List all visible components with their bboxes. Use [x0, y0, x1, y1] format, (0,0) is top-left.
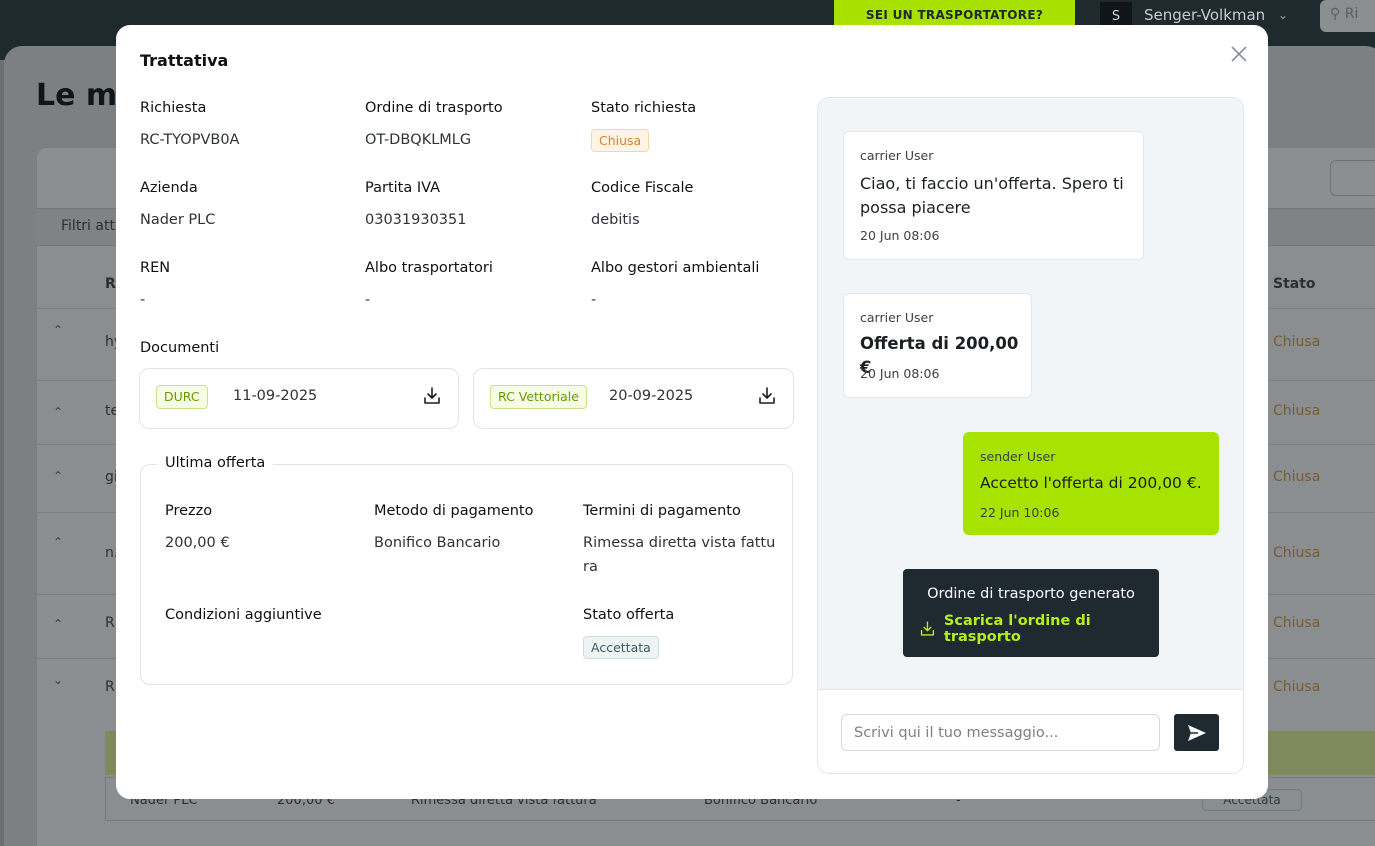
message-author: carrier User: [860, 148, 934, 163]
chevron-up-icon[interactable]: ⌃: [53, 405, 63, 419]
message-time: 20 Jun 08:06: [860, 366, 940, 381]
download-transport-order-link[interactable]: Scarica l'ordine di trasporto: [919, 613, 1159, 645]
document-card: DURC 11-09-2025: [139, 368, 459, 429]
document-type-badge: RC Vettoriale: [490, 385, 587, 409]
price-label: Prezzo: [165, 503, 213, 519]
fiscal-code-label: Codice Fiscale: [591, 180, 694, 196]
filters-label: Filtri att: [61, 218, 115, 234]
negotiation-modal: Trattativa Richiesta RC-TYOPVB0A Ordine …: [116, 25, 1268, 799]
chat-message-own: sender User Accetto l'offerta di 200,00 …: [963, 432, 1219, 535]
user-name[interactable]: Senger-Volkman: [1144, 6, 1265, 24]
transport-order-label: Ordine di trasporto: [365, 100, 503, 116]
vat-value: 03031930351: [365, 212, 467, 228]
carrier-register-label: Albo trasportatori: [365, 260, 493, 276]
ren-label: REN: [140, 260, 171, 276]
company-value: Nader PLC: [140, 212, 216, 228]
column-header-status[interactable]: Stato: [1273, 276, 1316, 292]
row-status: Chiusa: [1273, 545, 1321, 561]
transport-order-card: Ordine di trasporto generato Scarica l'o…: [903, 569, 1159, 657]
request-status-badge: Chiusa: [591, 129, 650, 152]
message-text: Ciao, ti faccio un'offerta. Spero ti: [860, 174, 1124, 193]
message-text: Accetto l'offerta di 200,00 €.: [980, 474, 1202, 492]
download-transport-order-label: Scarica l'ordine di trasporto: [943, 613, 1091, 645]
message-text-cont: possa piacere: [860, 198, 971, 217]
offer-status-label: Stato offerta: [583, 607, 675, 623]
request-value: RC-TYOPVB0A: [140, 132, 240, 148]
send-button[interactable]: [1174, 714, 1219, 751]
env-register-label: Albo gestori ambientali: [591, 260, 760, 276]
document-date: 20-09-2025: [609, 388, 694, 404]
chat-message: carrier User Ciao, ti faccio un'offerta.…: [843, 131, 1144, 260]
chat-message-input[interactable]: [841, 714, 1160, 751]
document-date: 11-09-2025: [233, 388, 318, 404]
row-status: Chiusa: [1273, 334, 1321, 350]
modal-title: Trattativa: [140, 51, 229, 70]
document-type-badge: DURC: [156, 385, 208, 409]
download-icon[interactable]: [757, 386, 777, 406]
offer-status-badge: Accettata: [583, 636, 659, 659]
carrier-register-value: -: [365, 292, 371, 308]
chevron-up-icon[interactable]: ⌃: [53, 617, 63, 631]
request-status-label: Stato richiesta: [591, 100, 697, 116]
chevron-down-icon[interactable]: ⌄: [1278, 8, 1288, 22]
message-author: carrier User: [860, 310, 934, 325]
price-value: 200,00 €: [165, 535, 230, 551]
last-offer-legend: Ultima offerta: [157, 455, 274, 471]
document-card: RC Vettoriale 20-09-2025: [473, 368, 794, 429]
page-title: Le mi: [36, 78, 128, 113]
vat-label: Partita IVA: [365, 180, 441, 196]
chat-panel: carrier User Ciao, ti faccio un'offerta.…: [817, 97, 1244, 774]
transport-order-title: Ordine di trasporto generato: [927, 586, 1135, 602]
chat-footer: [818, 689, 1243, 773]
payment-terms-value: Rimessa diretta vista fattu: [583, 535, 776, 551]
message-time: 22 Jun 10:06: [980, 505, 1060, 520]
additional-conditions-label: Condizioni aggiuntive: [165, 607, 322, 623]
payment-method-value: Bonifico Bancario: [374, 535, 501, 551]
env-register-value: -: [591, 292, 597, 308]
payment-terms-label: Termini di pagamento: [583, 503, 741, 519]
chevron-up-icon[interactable]: ⌃: [53, 535, 63, 549]
chevron-down-icon[interactable]: ⌄: [53, 673, 63, 687]
close-icon[interactable]: [1228, 43, 1250, 65]
row-request: R: [105, 679, 115, 695]
payment-method-label: Metodo di pagamento: [374, 503, 534, 519]
request-label: Richiesta: [140, 100, 207, 116]
row-status: Chiusa: [1273, 615, 1321, 631]
chevron-up-icon[interactable]: ⌃: [53, 323, 63, 337]
search-placeholder: Ri: [1344, 6, 1359, 22]
row-status: Chiusa: [1273, 403, 1321, 419]
message-time: 20 Jun 08:06: [860, 228, 940, 243]
ren-value: -: [140, 292, 146, 308]
row-status: Chiusa: [1273, 469, 1321, 485]
table-search-input[interactable]: [1330, 160, 1375, 196]
download-icon: [920, 621, 935, 636]
send-icon: [1187, 724, 1206, 741]
search-icon: ⚲: [1330, 6, 1341, 22]
message-author: sender User: [980, 449, 1056, 464]
payment-terms-value-cont: ra: [583, 559, 598, 575]
transport-order-value: OT-DBQKLMLG: [365, 132, 472, 148]
chevron-up-icon[interactable]: ⌃: [53, 469, 63, 483]
documents-label: Documenti: [140, 340, 220, 356]
chat-message: carrier User Offerta di 200,00 € 20 Jun …: [843, 293, 1032, 398]
last-offer-box: [140, 464, 793, 685]
fiscal-code-value: debitis: [591, 212, 640, 228]
download-icon[interactable]: [422, 386, 442, 406]
company-label: Azienda: [140, 180, 198, 196]
global-search-input[interactable]: ⚲ Ri: [1320, 0, 1375, 32]
row-status: Chiusa: [1273, 679, 1321, 695]
row-request: R: [105, 615, 115, 631]
column-header-request[interactable]: R: [105, 276, 116, 292]
